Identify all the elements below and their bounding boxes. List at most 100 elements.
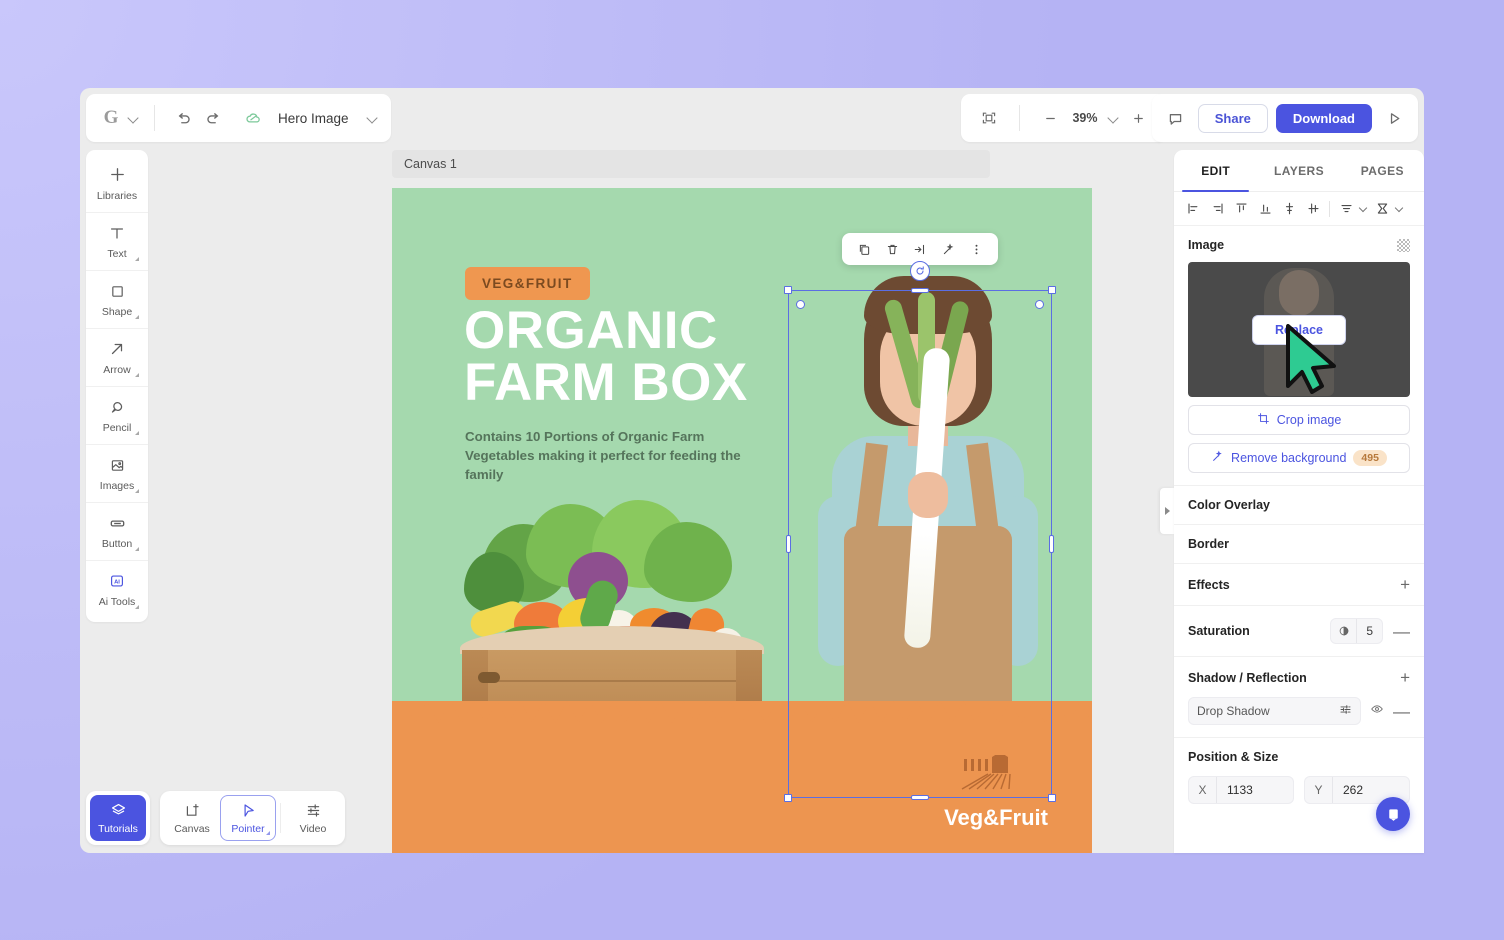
align-menu-chevron-icon[interactable] [1359,204,1369,214]
alignment-toolbar [1174,192,1424,226]
align-top-icon[interactable] [1230,198,1252,220]
share-button[interactable]: Share [1197,103,1268,133]
zoom-level-value[interactable]: 39% [1068,111,1102,125]
align-left-icon[interactable] [1182,198,1204,220]
download-button[interactable]: Download [1275,103,1372,133]
image-thumbnail[interactable]: Replace [1188,262,1410,397]
svg-text:AI: AI [114,579,120,585]
tool-images[interactable]: Images [86,444,148,502]
fit-crop-icon[interactable] [908,237,932,261]
play-present-icon[interactable] [1380,104,1408,132]
eye-icon[interactable] [1370,702,1384,721]
image-section: Image Replace Crop image Remove backgrou… [1174,226,1424,486]
comment-icon[interactable] [1162,104,1190,132]
tool-text[interactable]: Text [86,212,148,270]
resize-handle-tr[interactable] [1048,286,1056,294]
expand-corner-icon[interactable] [135,489,139,493]
pencil-icon [108,397,126,417]
tutorials-button[interactable]: Tutorials [90,795,146,841]
border-title: Border [1188,537,1229,551]
delete-icon[interactable] [880,237,904,261]
tab-pages[interactable]: PAGES [1341,150,1424,191]
remove-shadow-icon[interactable]: — [1393,703,1410,720]
resize-handle-top[interactable] [911,288,929,293]
fit-to-screen-icon[interactable] [975,104,1003,132]
zoom-in-button[interactable] [1124,104,1152,132]
arrange-menu-chevron-icon[interactable] [1395,204,1405,214]
resize-handle-left[interactable] [786,535,791,553]
expand-corner-icon[interactable] [135,547,139,551]
square-icon [109,281,126,301]
position-x-value[interactable]: 1133 [1217,783,1253,797]
zoom-menu-chevron-icon[interactable] [1106,111,1120,125]
resize-handle-bottom[interactable] [911,795,929,800]
remove-saturation-icon[interactable]: — [1393,623,1410,640]
tool-arrow[interactable]: Arrow [86,328,148,386]
rotate-icon[interactable] [910,261,930,281]
canvas-area[interactable]: Canvas 1 VEG&FRUIT ORGANIC FARM BOX Cont… [392,150,1174,853]
rotate-handle-tl[interactable] [796,300,805,309]
canvas-mode-button[interactable]: Canvas [164,795,220,841]
zoom-out-button[interactable] [1036,104,1064,132]
resize-handle-right[interactable] [1049,535,1054,553]
magic-wand-icon[interactable] [936,237,960,261]
tool-shape[interactable]: Shape [86,270,148,328]
more-options-icon[interactable] [964,237,988,261]
chevron-down-icon[interactable] [126,111,140,125]
pointer-mode-button[interactable]: Pointer [220,795,276,841]
align-bottom-icon[interactable] [1254,198,1276,220]
poster-badge[interactable]: VEG&FRUIT [465,267,590,300]
expand-corner-icon[interactable] [135,315,139,319]
position-x-field[interactable]: X 1133 [1188,776,1294,804]
expand-corner-icon[interactable] [266,831,270,835]
sliders-icon[interactable] [1339,703,1352,719]
chat-support-icon[interactable] [1376,797,1410,831]
duplicate-icon[interactable] [852,237,876,261]
resize-handle-tl[interactable] [784,286,792,294]
remove-background-button[interactable]: Remove background 495 [1188,443,1410,473]
checkerboard-icon[interactable] [1397,238,1410,252]
align-menu-icon[interactable] [1335,198,1357,220]
expand-corner-icon[interactable] [135,605,139,609]
distribute-vertical-icon[interactable] [1278,198,1300,220]
align-right-icon[interactable] [1206,198,1228,220]
document-title[interactable]: Hero Image [278,111,349,126]
arrange-menu-icon[interactable] [1371,198,1393,220]
tab-edit[interactable]: EDIT [1174,150,1257,192]
drop-shadow-field[interactable]: Drop Shadow [1188,697,1361,725]
app-logo[interactable]: G [98,105,124,131]
resize-handle-bl[interactable] [784,794,792,802]
tab-layers[interactable]: LAYERS [1257,150,1340,191]
poster-artboard[interactable]: VEG&FRUIT ORGANIC FARM BOX Contains 10 P… [392,188,1092,853]
canvas-tab[interactable]: Canvas 1 [392,150,990,178]
tool-ai-tools[interactable]: AI Ai Tools [86,560,148,618]
tool-libraries[interactable]: Libraries [86,154,148,212]
color-overlay-section[interactable]: Color Overlay [1174,486,1424,525]
position-y-value[interactable]: 262 [1333,783,1363,797]
border-section[interactable]: Border [1174,525,1424,564]
color-overlay-title: Color Overlay [1188,498,1270,512]
saturation-value[interactable]: 5 [1357,624,1382,638]
add-effect-icon[interactable]: + [1400,576,1410,593]
add-shadow-icon[interactable]: + [1400,669,1410,686]
rotate-handle-tr[interactable] [1035,300,1044,309]
distribute-horizontal-icon[interactable] [1302,198,1324,220]
expand-corner-icon[interactable] [135,431,139,435]
selection-box[interactable] [784,233,1056,802]
document-menu-chevron-icon[interactable] [365,111,379,125]
expand-corner-icon[interactable] [135,373,139,377]
undo-icon[interactable] [169,104,197,132]
expand-corner-icon[interactable] [135,257,139,261]
divider [280,803,281,833]
poster-brand: Veg&Fruit [944,805,1048,830]
saturation-field[interactable]: 5 [1330,618,1383,644]
resize-handle-br[interactable] [1048,794,1056,802]
image-icon [109,455,126,475]
tool-button[interactable]: Button [86,502,148,560]
panel-collapse-icon[interactable] [1160,488,1174,534]
crop-image-button[interactable]: Crop image [1188,405,1410,435]
video-mode-button[interactable]: Video [285,795,341,841]
tool-pencil[interactable]: Pencil [86,386,148,444]
poster-subhead[interactable]: Contains 10 Portions of Organic Farm Veg… [465,428,750,485]
redo-icon[interactable] [199,104,227,132]
